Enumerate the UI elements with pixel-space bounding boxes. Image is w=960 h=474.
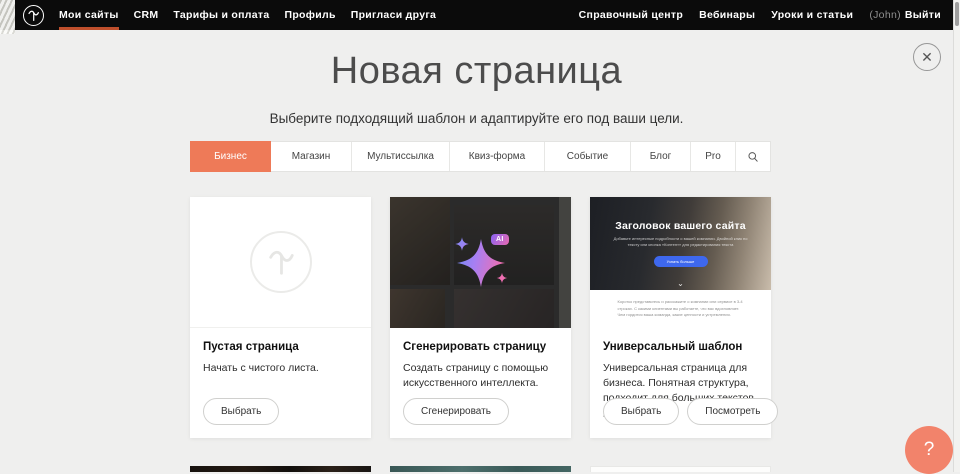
search-icon <box>747 151 759 163</box>
tab-pro[interactable]: Pro <box>691 142 736 171</box>
main-nav: Мои сайты CRM Тарифы и оплата Профиль Пр… <box>59 0 436 30</box>
chevron-down-icon: ⌄ <box>590 280 771 288</box>
nav-invite-friend[interactable]: Пригласи друга <box>351 0 436 30</box>
nav-my-sites[interactable]: Мои сайты <box>59 0 119 30</box>
card-title: Универсальный шаблон <box>603 341 758 353</box>
tab-multissylka[interactable]: Мультиссылка <box>352 142 450 171</box>
card-description: Создать страницу с помощью искусственног… <box>403 361 558 391</box>
scrollbar-thumb[interactable] <box>955 2 959 26</box>
template-hero-button: Узнать больше <box>654 256 708 267</box>
tab-blog[interactable]: Блог <box>631 142 691 171</box>
tilda-logo[interactable] <box>23 5 44 26</box>
preview-universal-button[interactable]: Посмотреть <box>687 398 778 425</box>
logout-label: Выйти <box>905 9 941 21</box>
nav-lessons[interactable]: Уроки и статьи <box>771 0 853 30</box>
card-ai-generate[interactable]: AI Сгенерировать страницу Создать страни… <box>390 197 571 438</box>
tilda-logo-icon <box>27 9 40 22</box>
nav-crm[interactable]: CRM <box>134 0 159 30</box>
user-name: (John) <box>869 9 901 21</box>
tab-biznes[interactable]: Бизнес <box>190 141 271 172</box>
top-bar: Мои сайты CRM Тарифы и оплата Профиль Пр… <box>0 0 953 30</box>
blank-page-preview <box>190 197 371 328</box>
nav-logout[interactable]: (John) Выйти <box>869 0 941 30</box>
close-icon: ✕ <box>921 49 933 65</box>
card-title: Сгенерировать страницу <box>403 341 558 353</box>
choose-universal-button[interactable]: Выбрать <box>603 398 679 425</box>
page-subtitle: Выберите подходящий шаблон и адаптируйте… <box>0 111 953 126</box>
generate-button[interactable]: Сгенерировать <box>403 398 509 425</box>
template-hero: Заголовок вашего сайта Добавьте интересн… <box>590 197 771 290</box>
ai-preview: AI <box>390 197 571 328</box>
scrollbar[interactable] <box>953 0 960 472</box>
template-intro-section: Коротко представьтесь и расскажите о ком… <box>590 290 771 328</box>
nav-help-center[interactable]: Справочный центр <box>579 0 683 30</box>
universal-template-preview: Заголовок вашего сайта Добавьте интересн… <box>590 197 771 328</box>
template-category-tabs: Бизнес Магазин Мультиссылка Квиз-форма С… <box>190 141 771 172</box>
template-intro-text: Коротко представьтесь и расскажите о ком… <box>618 290 744 319</box>
template-hero-subtitle: Добавьте интересные подробности о вашей … <box>613 236 749 249</box>
tab-sobytie[interactable]: Событие <box>545 142 631 171</box>
tab-search[interactable] <box>736 142 770 171</box>
ai-badge: AI <box>491 234 509 245</box>
template-cards-row: Пустая страница Начать с чистого листа. … <box>190 197 771 438</box>
tab-magazin[interactable]: Магазин <box>271 142 352 171</box>
card-title: Пустая страница <box>203 341 358 353</box>
next-cards-row <box>190 466 771 472</box>
question-icon: ? <box>924 439 935 461</box>
template-hero-title: Заголовок вашего сайта <box>590 197 771 232</box>
close-button[interactable]: ✕ <box>913 43 941 71</box>
page-title: Новая страница <box>0 50 953 93</box>
secondary-nav: Справочный центр Вебинары Уроки и статьи… <box>579 0 941 30</box>
ai-sparkle-icon <box>433 224 529 302</box>
tab-kviz-forma[interactable]: Квиз-форма <box>450 142 545 171</box>
help-button[interactable]: ? <box>905 426 953 474</box>
partial-card[interactable] <box>590 466 771 472</box>
background-pattern <box>0 0 15 34</box>
card-description: Начать с чистого листа. <box>203 361 358 376</box>
nav-profile[interactable]: Профиль <box>284 0 335 30</box>
choose-blank-button[interactable]: Выбрать <box>203 398 279 425</box>
nav-tariffs[interactable]: Тарифы и оплата <box>173 0 269 30</box>
tilda-watermark-icon <box>250 231 312 293</box>
card-universal-template[interactable]: Заголовок вашего сайта Добавьте интересн… <box>590 197 771 438</box>
partial-card[interactable] <box>390 466 571 472</box>
nav-webinars[interactable]: Вебинары <box>699 0 755 30</box>
card-blank-page[interactable]: Пустая страница Начать с чистого листа. … <box>190 197 371 438</box>
partial-card[interactable] <box>190 466 371 472</box>
